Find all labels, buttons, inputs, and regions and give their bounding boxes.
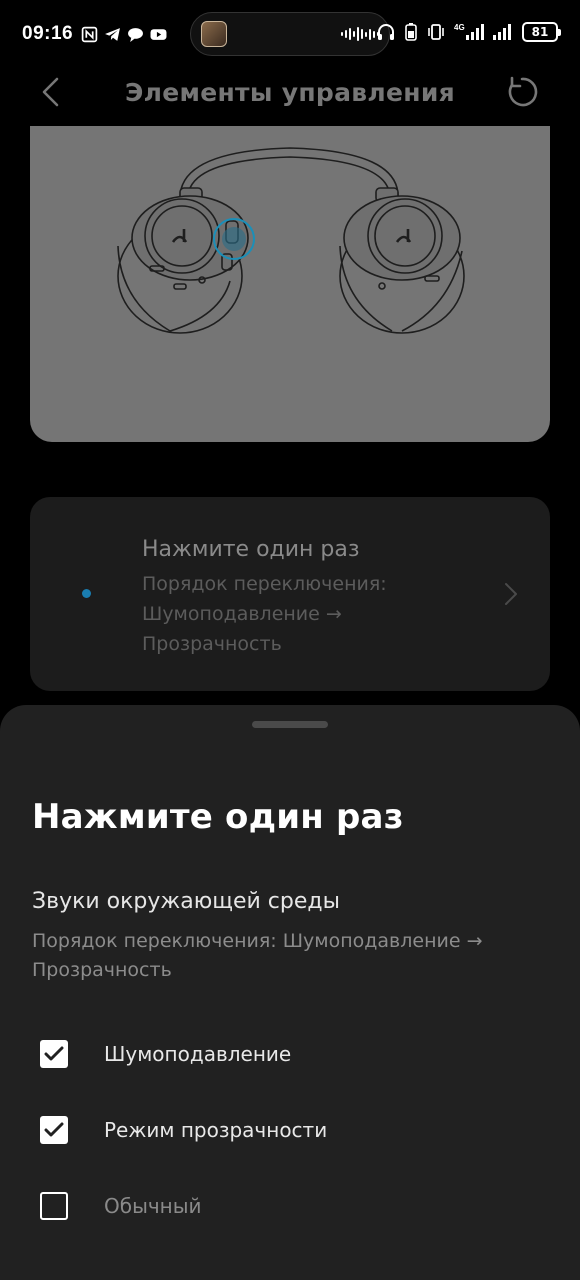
option-label: Обычный [104, 1194, 202, 1218]
tap-action-title: Нажмите один раз [142, 537, 360, 562]
top-app-bar: Элементы управления [0, 68, 580, 116]
sheet-drag-handle[interactable] [252, 721, 328, 728]
tap-action-card[interactable]: Нажмите один раз Порядок переключения: Ш… [30, 497, 550, 691]
option-label: Шумоподавление [104, 1042, 292, 1066]
option-normal[interactable]: Обычный [40, 1191, 202, 1221]
back-arrow-icon[interactable] [36, 76, 68, 108]
checkmark-icon [44, 1122, 64, 1137]
signal-4g-icon: 4G [454, 23, 484, 40]
nfc-icon [81, 26, 98, 42]
ambient-sound-subtitle: Порядок переключения: Шумоподавление → П… [32, 930, 483, 981]
chevron-right-icon [505, 583, 517, 605]
tap-action-subtitle: Порядок переключения: Шумоподавление → П… [142, 573, 387, 655]
page-title: Элементы управления [124, 77, 456, 107]
svg-text:4G: 4G [454, 23, 465, 32]
option-transparency[interactable]: Режим прозрачности [40, 1115, 327, 1145]
status-icons-right: 4G 81 [376, 22, 561, 42]
checkmark-icon [44, 1046, 64, 1061]
chat-icon [128, 27, 144, 42]
checkbox-unchecked[interactable] [40, 1192, 68, 1220]
ambient-sound-heading: Звуки окружающей среды [32, 889, 340, 914]
headphones-illustration [30, 126, 550, 442]
headphones-drawing [117, 147, 465, 334]
signal-bars-icon [493, 24, 511, 40]
checkbox-checked[interactable] [40, 1040, 68, 1068]
headphones-icon [378, 24, 394, 40]
selection-dot [82, 589, 91, 598]
dynamic-island[interactable] [190, 12, 390, 56]
youtube-icon [150, 28, 167, 40]
reset-icon[interactable] [504, 74, 540, 110]
option-label: Режим прозрачности [104, 1118, 328, 1142]
bottom-sheet: Нажмите один раз Звуки окружающей среды … [0, 705, 580, 1280]
option-noise-cancelling[interactable]: Шумоподавление [40, 1039, 291, 1069]
album-art [201, 21, 227, 47]
sheet-title: Нажмите один раз [32, 797, 404, 837]
status-time: 09:16 [22, 23, 74, 44]
status-icons-left [81, 26, 167, 43]
telegram-icon [105, 27, 121, 41]
headset-battery-icon [405, 23, 417, 41]
battery-indicator: 81 [522, 22, 561, 42]
checkbox-checked[interactable] [40, 1116, 68, 1144]
vibrate-icon [428, 24, 444, 40]
audio-wave-icon [341, 27, 379, 41]
